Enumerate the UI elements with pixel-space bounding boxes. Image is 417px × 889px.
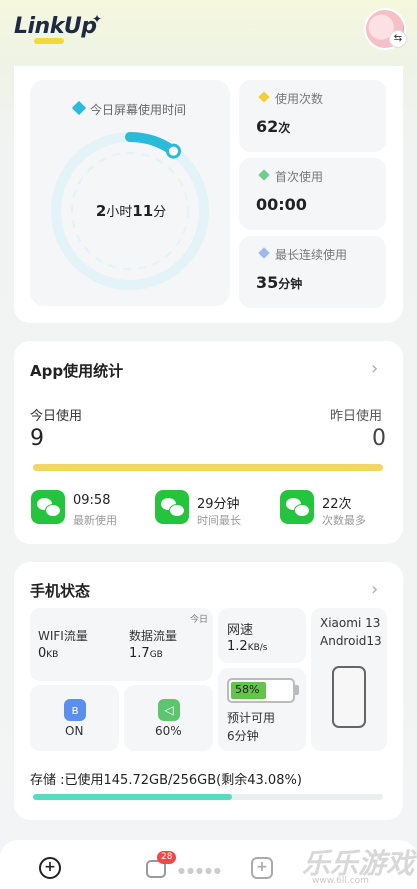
data-label: 数据流量: [129, 629, 178, 643]
diamond-icon: [258, 247, 270, 259]
chevron-right-icon[interactable]: ›: [371, 358, 378, 379]
wifi-label: WIFI流量: [38, 629, 88, 643]
device-name: Xiaomi 13: [320, 616, 381, 630]
yesterday-usage-label: 昨日使用: [330, 409, 383, 424]
remaining-value: 6分钟: [227, 729, 259, 743]
page-dots: ●●●●●: [178, 866, 223, 875]
logo-underline: [34, 38, 64, 44]
phone-status-title: 手机状态: [30, 582, 91, 600]
swap-icon[interactable]: ⇆: [389, 30, 407, 48]
screen-time-title: 今日屏幕使用时间: [90, 103, 187, 117]
app-header: LinkUp ✦ ⇆: [0, 0, 417, 62]
wifi-value: 0KB: [38, 646, 59, 661]
speed-label: 网速: [227, 623, 254, 638]
stat-longest-continuous: 最长连续使用 35分钟: [239, 236, 386, 308]
diamond-icon: [258, 169, 270, 181]
usage-progress-fill: [33, 464, 383, 471]
wechat-icon: [155, 490, 189, 524]
chevron-right-icon[interactable]: ›: [371, 579, 378, 600]
stat-usage-count: 使用次数 62次: [239, 80, 386, 152]
data-value: 1.7GB: [129, 646, 163, 661]
storage-progress-fill: [33, 794, 233, 800]
yesterday-usage-value: 0: [372, 426, 386, 451]
app-logo: LinkUp: [14, 14, 97, 39]
app-usage-title: App使用统计: [30, 362, 124, 380]
os-version: Android13: [320, 634, 382, 648]
screen-time-value: 2小时11分: [95, 202, 167, 220]
today-usage-label: 今日使用: [30, 409, 83, 424]
traffic-box: [30, 608, 213, 681]
battery-percent: 58%: [235, 683, 260, 696]
tab-add-icon[interactable]: +: [251, 857, 273, 879]
watermark-url: www.6ll.com: [312, 876, 369, 886]
storage-text: 存储 :已使用145.72GB/256GB(剩余43.08%): [30, 773, 302, 788]
bluetooth-icon: ʙ: [64, 699, 86, 721]
message-badge: 28: [157, 851, 177, 864]
bluetooth-value: ON: [65, 724, 84, 738]
volume-icon: ◁: [158, 699, 180, 721]
usage-progress-bar: [33, 464, 383, 471]
ring-progress-knob: [165, 143, 181, 159]
speed-value: 1.2KB/s: [227, 639, 268, 654]
tab-home-plus-icon[interactable]: +: [39, 857, 61, 879]
today-tag: 今日: [190, 615, 209, 625]
battery-cap: [295, 685, 299, 695]
phone-icon: [332, 666, 366, 728]
diamond-icon: [258, 91, 270, 103]
sparkle-icon: ✦: [92, 12, 103, 26]
today-usage-value: 9: [30, 426, 44, 451]
wechat-icon: [31, 490, 65, 524]
stat-first-use: 首次使用 00:00: [239, 158, 386, 230]
volume-value: 60%: [155, 724, 182, 738]
wechat-icon: [280, 490, 314, 524]
battery-icon: 58%: [227, 678, 295, 703]
remaining-label: 预计可用: [227, 711, 276, 725]
storage-progress-bar: [33, 794, 383, 800]
